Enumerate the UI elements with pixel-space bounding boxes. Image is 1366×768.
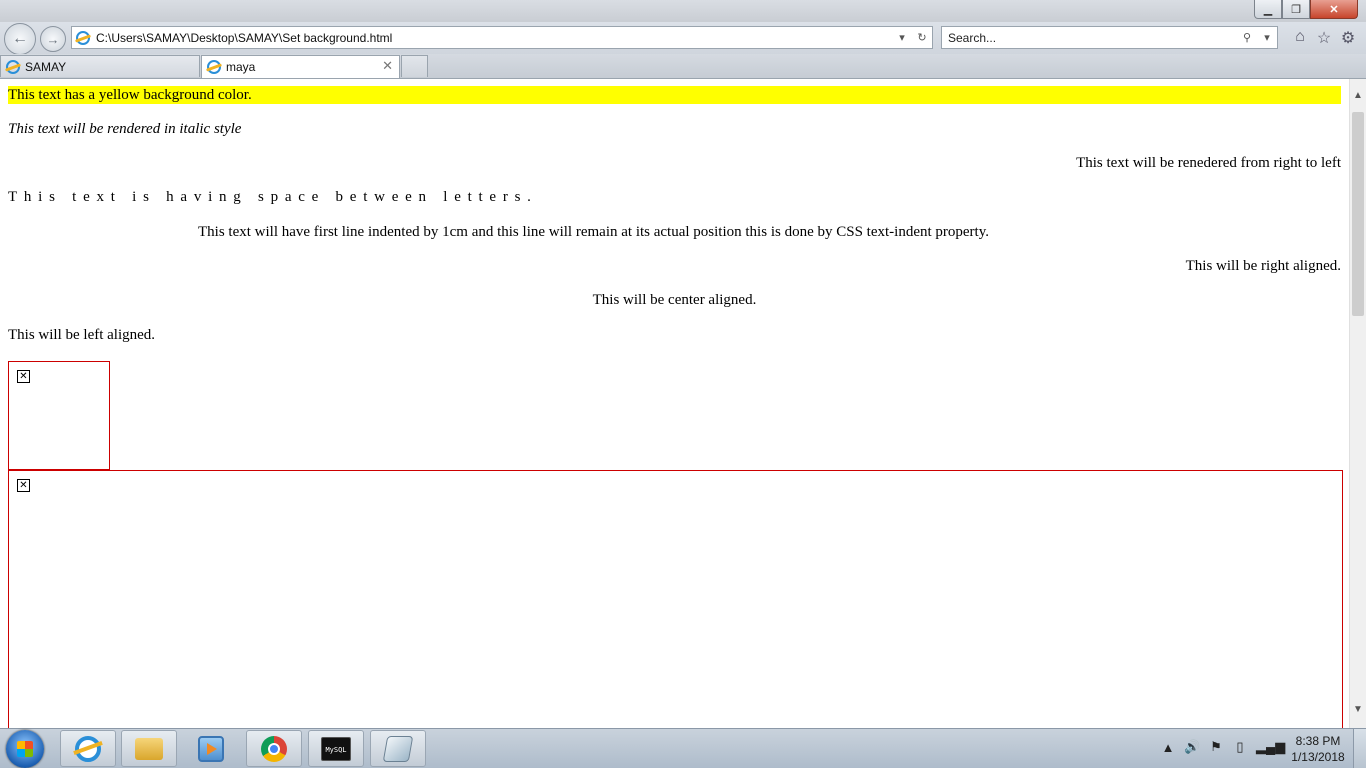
letter-spaced-text: This text is having space between letter… [8,189,538,205]
tab-strip: SAMAY maya ✕ [0,54,1366,79]
ie-tab-icon [207,60,221,74]
search-input[interactable]: Search... [948,31,1237,45]
taskbar: MySQL ▲ 🔊 ⚑ ▯ ▂▄▆ 8:38 PM 1/13/2018 [0,728,1366,768]
forward-icon: → [46,31,60,47]
show-desktop-button[interactable] [1353,729,1366,768]
notepad-app-icon [382,735,414,762]
volume-icon[interactable]: 🔊 [1184,739,1200,755]
taskbar-media-player[interactable] [183,730,239,767]
battery-icon[interactable]: ▯ [1232,739,1248,755]
refresh-icon[interactable]: ↻ [912,31,932,44]
broken-image-small: ✕ [8,361,110,470]
center-aligned-text: This will be center aligned. [592,292,757,308]
back-icon: ← [12,30,28,47]
scroll-down-arrow-icon[interactable]: ▼ [1350,701,1366,718]
folder-icon [135,737,163,760]
taskbar-mysql-console[interactable]: MySQL [308,730,364,767]
minimize-icon: ▁ [1263,3,1273,16]
right-aligned-text: This will be right aligned. [1185,258,1341,274]
taskbar-notepad-app[interactable] [370,730,426,767]
ie-tab-icon [6,59,20,74]
home-icon[interactable]: ⌂ [1291,28,1309,48]
ie-page-icon [76,30,90,45]
close-tab-icon[interactable]: ✕ [382,58,393,74]
media-player-icon [198,735,224,762]
minimize-button[interactable]: ▁ [1254,0,1282,19]
taskbar-chrome[interactable] [246,730,302,767]
restore-icon: ❐ [1291,3,1301,16]
close-button[interactable]: ✕ [1310,0,1358,19]
chrome-icon [261,735,287,762]
forward-button[interactable]: → [40,26,66,52]
address-bar[interactable]: C:\Users\SAMAY\Desktop\SAMAY\Set backgro… [71,26,933,49]
scrollbar-thumb[interactable] [1352,112,1364,316]
favorites-star-icon[interactable]: ☆ [1315,28,1333,48]
close-icon: ✕ [1329,3,1339,16]
restore-button[interactable]: ❐ [1282,0,1310,19]
clock[interactable]: 8:38 PM 1/13/2018 [1283,733,1353,765]
navigation-bar: ← → C:\Users\SAMAY\Desktop\SAMAY\Set bac… [0,22,1366,55]
back-button[interactable]: ← [4,23,36,55]
clock-date: 1/13/2018 [1291,750,1345,764]
mysql-console-icon: MySQL [321,736,351,761]
address-url[interactable]: C:\Users\SAMAY\Desktop\SAMAY\Set backgro… [96,31,892,45]
system-tray: ▲ 🔊 ⚑ ▯ ▂▄▆ [1160,739,1286,755]
internet-explorer-icon [75,735,101,762]
rtl-text: This text will be renedered from right t… [1076,155,1341,171]
broken-image-icon: ✕ [17,370,30,383]
taskbar-file-explorer[interactable] [121,730,177,767]
left-aligned-text: This will be left aligned. [8,327,156,343]
yellow-background-text: This text has a yellow background color. [8,86,1341,104]
search-icon[interactable]: ⚲ [1237,31,1257,44]
new-tab-button[interactable] [401,55,428,77]
start-button[interactable] [6,730,44,768]
search-dropdown-icon[interactable]: ▾ [1257,31,1277,44]
window-controls: ▁ ❐ ✕ [1254,0,1358,19]
scroll-up-arrow-icon[interactable]: ▲ [1350,87,1366,104]
toolbar-icons: ⌂ ☆ ⚙ [1291,28,1357,48]
tab-label: maya [226,60,256,74]
search-box[interactable]: Search... ⚲ ▾ [941,26,1278,49]
show-hidden-icons-arrow-icon[interactable]: ▲ [1160,740,1176,755]
action-center-flag-icon[interactable]: ⚑ [1208,739,1224,755]
tab-label: SAMAY [25,59,67,74]
network-signal-icon[interactable]: ▂▄▆ [1256,739,1285,755]
broken-image-icon: ✕ [17,479,30,492]
broken-image-large: ✕ [8,470,1343,728]
tab-samay[interactable]: SAMAY [0,55,200,77]
vertical-scrollbar[interactable]: ▲ ▼ [1349,79,1366,728]
gear-icon[interactable]: ⚙ [1339,28,1357,48]
italic-text: This text will be rendered in italic sty… [8,121,242,137]
dropdown-icon[interactable]: ▾ [892,31,912,44]
taskbar-internet-explorer[interactable] [60,730,116,767]
page-content: This text has a yellow background color.… [0,79,1349,728]
clock-time: 8:38 PM [1295,734,1341,748]
tab-maya[interactable]: maya ✕ [201,55,400,78]
window-titlebar: ▁ ❐ ✕ [0,0,1366,24]
indented-text: This text will have first line indented … [198,224,989,240]
